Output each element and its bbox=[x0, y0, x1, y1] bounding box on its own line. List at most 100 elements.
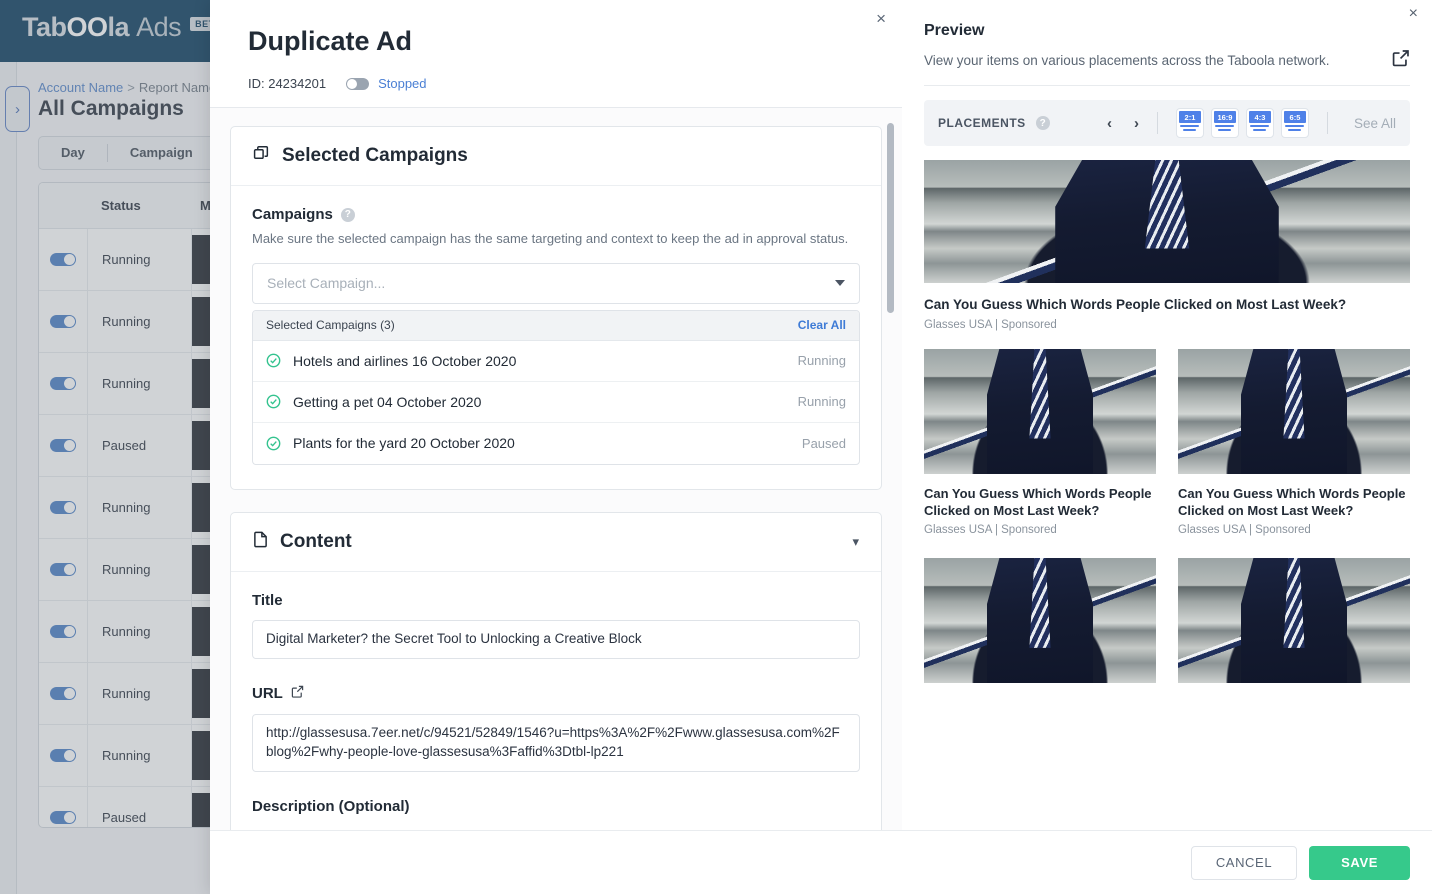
modal-header: × Duplicate Ad ID: 24234201 Stopped bbox=[210, 0, 902, 108]
status-label: Stopped bbox=[378, 76, 426, 91]
document-icon bbox=[253, 531, 268, 553]
ratio-label: 4:3 bbox=[1249, 111, 1271, 123]
campaign-name: Hotels and airlines 16 October 2020 bbox=[293, 353, 786, 369]
ad-thumbnail bbox=[924, 349, 1156, 474]
ad-preview-card[interactable] bbox=[1178, 558, 1410, 683]
ratio-line bbox=[1285, 125, 1304, 127]
ratio-line bbox=[1180, 125, 1199, 127]
campaign-state: Running bbox=[798, 353, 846, 368]
suit-photo bbox=[924, 558, 1156, 683]
chevron-down-icon bbox=[835, 280, 845, 286]
selected-campaign-rows: Hotels and airlines 16 October 2020 Runni… bbox=[253, 341, 859, 464]
preview-subtitle-row: View your items on various placements ac… bbox=[924, 49, 1410, 86]
ratio-button-2-1[interactable]: 2:1 bbox=[1176, 108, 1204, 138]
selected-campaigns-header: Selected Campaigns bbox=[231, 127, 881, 186]
suit-photo bbox=[924, 349, 1156, 474]
suit-photo bbox=[924, 160, 1410, 283]
ad-thumbnail bbox=[924, 160, 1410, 283]
ad-title: Can You Guess Which Words People Clicked… bbox=[924, 485, 1156, 519]
ad-thumbnail bbox=[1178, 349, 1410, 474]
preview-ad-list: Can You Guess Which Words People Clicked… bbox=[902, 146, 1432, 894]
ad-title: Can You Guess Which Words People Clicked… bbox=[924, 296, 1410, 314]
content-body: Title Digital Marketer? the Secret Tool … bbox=[231, 572, 881, 839]
help-icon[interactable]: ? bbox=[1036, 116, 1050, 130]
ad-title: Can You Guess Which Words People Clicked… bbox=[1178, 485, 1410, 519]
ad-thumbnail bbox=[1178, 558, 1410, 683]
clear-all-button[interactable]: Clear All bbox=[798, 318, 846, 332]
ratio-button-4-3[interactable]: 4:3 bbox=[1246, 108, 1274, 138]
spacer bbox=[252, 659, 860, 685]
check-circle-icon bbox=[266, 394, 281, 409]
placements-label: PLACEMENTS bbox=[938, 116, 1026, 130]
campaigns-helper-text: Make sure the selected campaign has the … bbox=[252, 230, 852, 249]
ratio-button-group: 2:1 16:9 4:3 6:5 bbox=[1176, 108, 1309, 138]
campaign-select-placeholder: Select Campaign... bbox=[267, 275, 385, 291]
content-header[interactable]: Content ▾ bbox=[231, 513, 881, 572]
check-circle-icon bbox=[266, 353, 281, 368]
ad-brand: Glasses USA | Sponsored bbox=[924, 524, 1156, 536]
ratio-line bbox=[1253, 129, 1266, 131]
content-card: Content ▾ Title Digital Marketer? the Se… bbox=[230, 512, 882, 840]
modal-scrollbar[interactable] bbox=[887, 123, 894, 313]
placements-toolbar: PLACEMENTS ? ‹ › 2:1 16:9 4:3 6:5 See All bbox=[924, 100, 1410, 146]
save-button[interactable]: SAVE bbox=[1309, 846, 1410, 880]
copy-icon bbox=[253, 145, 270, 167]
chevron-down-icon-content[interactable]: ▾ bbox=[852, 534, 859, 550]
description-label: Description (Optional) bbox=[252, 798, 860, 815]
ratio-button-16-9[interactable]: 16:9 bbox=[1211, 108, 1239, 138]
duplicate-ad-modal: × Duplicate Ad ID: 24234201 Stopped Sele… bbox=[210, 0, 902, 894]
modal-meta-row: ID: 24234201 Stopped bbox=[248, 76, 864, 91]
ratio-line bbox=[1215, 125, 1234, 127]
cancel-button[interactable]: CANCEL bbox=[1191, 846, 1297, 880]
ad-preview-card[interactable]: Can You Guess Which Words People Clicked… bbox=[924, 349, 1156, 536]
ratio-label: 2:1 bbox=[1179, 111, 1201, 123]
modal-footer: CANCEL SAVE bbox=[210, 830, 1432, 894]
next-placement-button[interactable]: › bbox=[1134, 115, 1139, 132]
selected-campaigns-card: Selected Campaigns Campaigns ? Make sure… bbox=[230, 126, 882, 490]
suit-photo bbox=[1178, 558, 1410, 683]
help-icon[interactable]: ? bbox=[341, 208, 355, 222]
prev-placement-button[interactable]: ‹ bbox=[1107, 115, 1112, 132]
selected-campaign-row[interactable]: Getting a pet 04 October 2020Running bbox=[253, 382, 859, 423]
preview-header: Preview View your items on various place… bbox=[902, 0, 1432, 86]
close-icon[interactable]: × bbox=[876, 10, 886, 27]
ratio-button-6-5[interactable]: 6:5 bbox=[1281, 108, 1309, 138]
see-all-button[interactable]: See All bbox=[1354, 116, 1396, 131]
title-input[interactable]: Digital Marketer? the Secret Tool to Unl… bbox=[252, 620, 860, 659]
selected-campaign-row[interactable]: Hotels and airlines 16 October 2020 Runni… bbox=[253, 341, 859, 382]
selected-campaigns-list-header: Selected Campaigns (3) Clear All bbox=[253, 311, 859, 341]
ad-preview-grid: Can You Guess Which Words People Clicked… bbox=[924, 349, 1410, 683]
ad-status-toggle-group[interactable]: Stopped bbox=[346, 76, 426, 91]
ratio-line bbox=[1183, 129, 1196, 131]
selected-campaigns-body: Campaigns ? Make sure the selected campa… bbox=[231, 186, 881, 489]
ad-brand: Glasses USA | Sponsored bbox=[1178, 524, 1410, 536]
ratio-label: 6:5 bbox=[1284, 111, 1306, 123]
external-link-icon[interactable] bbox=[291, 685, 304, 703]
campaign-name: Plants for the yard 20 October 2020 bbox=[293, 435, 790, 451]
preview-close-icon[interactable]: × bbox=[1409, 6, 1418, 22]
ad-preview-card[interactable] bbox=[924, 558, 1156, 683]
url-label: URL bbox=[252, 685, 283, 702]
selected-campaign-row[interactable]: Plants for the yard 20 October 2020 Pause… bbox=[253, 423, 859, 464]
suit-photo bbox=[1178, 349, 1410, 474]
campaigns-field-label: Campaigns bbox=[252, 206, 333, 223]
modal-title: Duplicate Ad bbox=[248, 26, 864, 57]
ratio-label: 16:9 bbox=[1214, 111, 1236, 123]
url-label-row: URL bbox=[252, 685, 860, 703]
placement-nav: ‹ › bbox=[1107, 115, 1139, 132]
modal-body: Selected Campaigns Campaigns ? Make sure… bbox=[210, 108, 902, 894]
toolbar-divider-2 bbox=[1327, 112, 1328, 134]
selected-campaigns-heading: Selected Campaigns bbox=[282, 145, 468, 167]
title-label: Title bbox=[252, 592, 860, 609]
campaign-select[interactable]: Select Campaign... bbox=[252, 263, 860, 304]
ad-preview-card[interactable]: Can You Guess Which Words People Clicked… bbox=[1178, 349, 1410, 536]
external-link-icon[interactable] bbox=[1392, 49, 1410, 72]
status-toggle[interactable] bbox=[346, 78, 369, 90]
url-input[interactable]: http://glassesusa.7eer.net/c/94521/52849… bbox=[252, 714, 860, 772]
ratio-line bbox=[1250, 125, 1269, 127]
campaign-state: Paused bbox=[802, 436, 846, 451]
check-circle-icon bbox=[266, 436, 281, 451]
ad-brand: Glasses USA | Sponsored bbox=[924, 319, 1410, 331]
ad-thumbnail bbox=[924, 558, 1156, 683]
ad-preview-card-large[interactable]: Can You Guess Which Words People Clicked… bbox=[924, 160, 1410, 331]
